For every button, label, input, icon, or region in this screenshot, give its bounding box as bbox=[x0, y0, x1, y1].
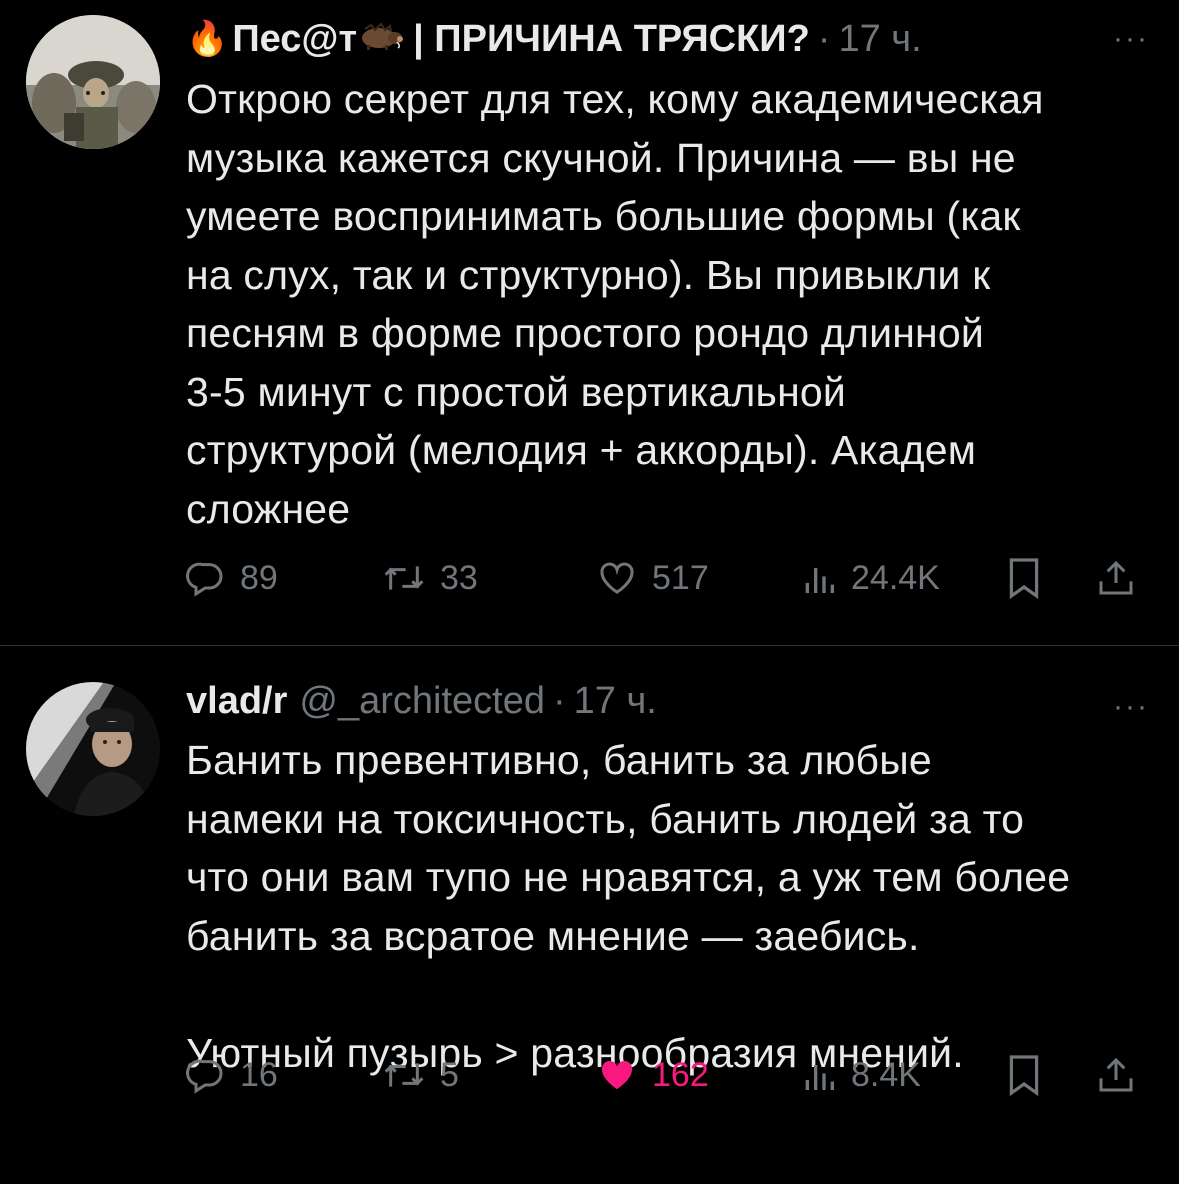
retweet-count: 5 bbox=[440, 1055, 459, 1094]
reply-icon bbox=[186, 1059, 223, 1094]
display-name-title: | ПРИЧИНА ТРЯСКИ? bbox=[413, 17, 810, 60]
tweet-header: 🔥 Пес@т | ПРИЧИНА ТРЯСКИ? · 17 ч. bbox=[186, 11, 1159, 67]
bookmark-button[interactable] bbox=[1006, 548, 1042, 608]
bookmark-icon bbox=[1009, 1055, 1039, 1097]
like-count: 517 bbox=[652, 558, 709, 597]
reply-count: 89 bbox=[240, 558, 278, 597]
time-separator: · bbox=[552, 679, 566, 722]
reply-icon bbox=[186, 562, 223, 597]
action-bar: 89 33 517 24.4K bbox=[186, 548, 1149, 608]
display-name-text: Пес@т bbox=[232, 17, 358, 60]
username-handle[interactable]: @_architected bbox=[299, 680, 545, 723]
tweet[interactable]: vlad/r @_architected · 17 ч. ··· Банить … bbox=[0, 646, 1179, 1184]
reply-count: 16 bbox=[240, 1055, 278, 1094]
more-options-icon[interactable]: ··· bbox=[1113, 22, 1149, 56]
more-options-icon[interactable]: ··· bbox=[1113, 690, 1149, 724]
retweet-icon bbox=[384, 566, 424, 590]
tweet[interactable]: 🔥 Пес@т | ПРИЧИНА ТРЯСКИ? · 17 ч. ··· От… bbox=[0, 0, 1179, 645]
retweet-button[interactable]: 5 bbox=[382, 1045, 459, 1105]
share-button[interactable] bbox=[1096, 548, 1136, 608]
boar-icon bbox=[357, 18, 404, 61]
avatar[interactable] bbox=[26, 15, 160, 149]
heart-icon bbox=[600, 562, 634, 594]
action-bar: 16 5 162 8.4K bbox=[186, 1045, 1149, 1105]
timestamp[interactable]: 17 ч. bbox=[838, 18, 921, 61]
share-icon bbox=[1099, 1057, 1133, 1092]
views-icon bbox=[805, 568, 834, 593]
reply-button[interactable]: 16 bbox=[186, 1045, 278, 1105]
reply-button[interactable]: 89 bbox=[186, 548, 278, 608]
views-count: 24.4K bbox=[851, 558, 940, 597]
retweet-icon bbox=[384, 1063, 424, 1087]
retweet-count: 33 bbox=[440, 558, 478, 597]
timestamp[interactable]: 17 ч. bbox=[574, 680, 657, 723]
avatar[interactable] bbox=[26, 682, 160, 816]
views-icon bbox=[805, 1065, 834, 1090]
retweet-button[interactable]: 33 bbox=[382, 548, 478, 608]
like-count: 162 bbox=[652, 1055, 709, 1094]
heart-filled-icon bbox=[601, 1061, 633, 1090]
like-button[interactable]: 162 bbox=[596, 1045, 709, 1105]
display-name[interactable]: 🔥 Пес@т | ПРИЧИНА ТРЯСКИ? bbox=[186, 18, 810, 61]
display-name[interactable]: vlad/r bbox=[186, 680, 287, 723]
tweet-header: vlad/r @_architected · 17 ч. bbox=[186, 673, 1159, 729]
share-icon bbox=[1099, 560, 1133, 595]
views-button[interactable]: 24.4K bbox=[801, 548, 940, 608]
bookmark-icon bbox=[1009, 558, 1039, 600]
fire-icon: 🔥 bbox=[186, 20, 229, 58]
views-count: 8.4K bbox=[851, 1055, 921, 1094]
tweet-text: Открою секрет для тех, кому академическа… bbox=[186, 76, 1044, 532]
tweet-text: Банить превентивно, банить за любые наме… bbox=[186, 737, 1071, 1076]
bookmark-button[interactable] bbox=[1006, 1045, 1042, 1105]
share-button[interactable] bbox=[1096, 1045, 1136, 1105]
time-separator: · bbox=[817, 17, 831, 60]
views-button[interactable]: 8.4K bbox=[801, 1045, 921, 1105]
like-button[interactable]: 517 bbox=[596, 548, 709, 608]
